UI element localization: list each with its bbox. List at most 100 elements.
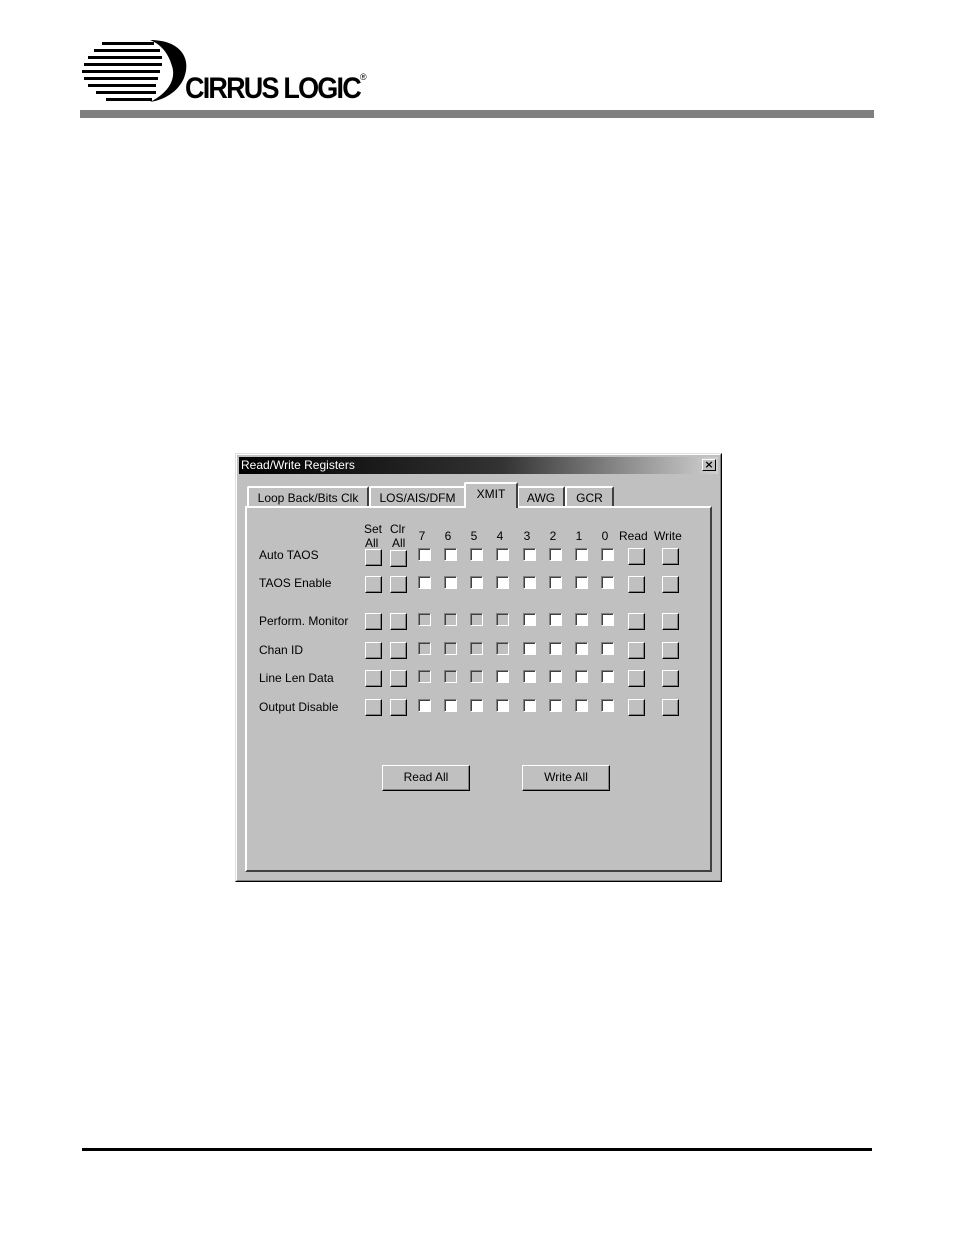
tab-gcr[interactable]: GCR xyxy=(565,486,614,508)
chan-id-clr-all-button[interactable] xyxy=(390,642,407,659)
tab-label: XMIT xyxy=(476,487,506,501)
line-len-data-bit-6-checkbox xyxy=(444,670,457,683)
auto-taos-write-button[interactable] xyxy=(662,548,679,565)
chan-id-bit-5-checkbox xyxy=(470,642,483,655)
output-disable-bit-3-checkbox[interactable] xyxy=(523,699,536,712)
perform-monitor-bit-2-checkbox[interactable] xyxy=(549,613,562,626)
auto-taos-bit-6-checkbox[interactable] xyxy=(444,548,457,561)
line-len-data-write-button[interactable] xyxy=(662,670,679,687)
taos-enable-read-button[interactable] xyxy=(628,576,645,593)
taos-enable-set-all-button[interactable] xyxy=(365,576,382,593)
taos-enable-bit-3-checkbox[interactable] xyxy=(523,576,536,589)
chan-id-bit-6-checkbox xyxy=(444,642,457,655)
tab-awg[interactable]: AWG xyxy=(517,486,565,508)
dialog-titlebar[interactable]: Read/Write Registers × xyxy=(239,457,718,474)
footer-rule xyxy=(82,1148,872,1151)
tab-label: Loop Back/Bits Clk xyxy=(257,491,359,505)
row-label-chan-id: Chan ID xyxy=(259,643,304,657)
auto-taos-bit-3-checkbox[interactable] xyxy=(523,548,536,561)
auto-taos-read-button[interactable] xyxy=(628,548,645,565)
perform-monitor-bit-5-checkbox xyxy=(470,613,483,626)
auto-taos-bit-0-checkbox[interactable] xyxy=(601,548,614,561)
write-all-button[interactable]: Write All xyxy=(522,765,610,791)
tab-los-ais-dfm[interactable]: LOS/AIS/DFM xyxy=(369,486,466,508)
taos-enable-bit-2-checkbox[interactable] xyxy=(549,576,562,589)
line-len-data-clr-all-button[interactable] xyxy=(390,670,407,687)
write-all-label: Write All xyxy=(544,770,588,784)
chan-id-bit-0-checkbox[interactable] xyxy=(601,642,614,655)
output-disable-read-button[interactable] xyxy=(628,699,645,716)
output-disable-bit-4-checkbox[interactable] xyxy=(496,699,509,712)
taos-enable-clr-all-button[interactable] xyxy=(390,576,407,593)
taos-enable-bit-5-checkbox[interactable] xyxy=(470,576,483,589)
chan-id-bit-2-checkbox[interactable] xyxy=(549,642,562,655)
line-len-data-bit-5-checkbox xyxy=(470,670,483,683)
line-len-data-bit-2-checkbox[interactable] xyxy=(549,670,562,683)
auto-taos-bit-7-checkbox[interactable] xyxy=(418,548,431,561)
chan-id-bit-3-checkbox[interactable] xyxy=(523,642,536,655)
perform-monitor-bit-3-checkbox[interactable] xyxy=(523,613,536,626)
perform-monitor-bit-4-checkbox xyxy=(496,613,509,626)
output-disable-bit-2-checkbox[interactable] xyxy=(549,699,562,712)
line-len-data-bit-4-checkbox[interactable] xyxy=(496,670,509,683)
perform-monitor-write-button[interactable] xyxy=(662,613,679,630)
taos-enable-bit-1-checkbox[interactable] xyxy=(575,576,588,589)
perform-monitor-clr-all-button[interactable] xyxy=(390,613,407,630)
tab-label: GCR xyxy=(576,491,603,505)
chan-id-bit-1-checkbox[interactable] xyxy=(575,642,588,655)
set-all-header-line1: Set xyxy=(364,522,383,536)
clr-all-header-line1: Clr xyxy=(390,522,406,536)
chan-id-set-all-button[interactable] xyxy=(365,642,382,659)
auto-taos-clr-all-button[interactable] xyxy=(390,550,407,567)
row-label-perform-monitor: Perform. Monitor xyxy=(259,614,349,628)
perform-monitor-bit-7-checkbox xyxy=(418,613,431,626)
tab-loop-back-bits-clk[interactable]: Loop Back/Bits Clk xyxy=(247,486,369,508)
perform-monitor-read-button[interactable] xyxy=(628,613,645,630)
read-all-button[interactable]: Read All xyxy=(382,765,470,791)
line-len-data-bit-1-checkbox[interactable] xyxy=(575,670,588,683)
line-len-data-bit-7-checkbox xyxy=(418,670,431,683)
perform-monitor-set-all-button[interactable] xyxy=(365,613,382,630)
auto-taos-set-all-button[interactable] xyxy=(365,549,382,566)
perform-monitor-bit-1-checkbox[interactable] xyxy=(575,613,588,626)
taos-enable-bit-6-checkbox[interactable] xyxy=(444,576,457,589)
row-label-taos-enable: TAOS Enable xyxy=(259,576,332,590)
cirrus-logic-logo: CIRRUS LOGIC ® xyxy=(80,38,400,106)
row-label-auto-taos: Auto TAOS xyxy=(259,548,319,562)
taos-enable-bit-4-checkbox[interactable] xyxy=(496,576,509,589)
output-disable-set-all-button[interactable] xyxy=(365,699,382,716)
set-all-header-line2: All xyxy=(365,536,379,550)
close-icon: × xyxy=(704,458,714,471)
taos-enable-bit-0-checkbox[interactable] xyxy=(601,576,614,589)
auto-taos-bit-2-checkbox[interactable] xyxy=(549,548,562,561)
line-len-data-set-all-button[interactable] xyxy=(365,670,382,687)
output-disable-bit-6-checkbox[interactable] xyxy=(444,699,457,712)
chan-id-read-button[interactable] xyxy=(628,642,645,659)
output-disable-write-button[interactable] xyxy=(662,699,679,716)
close-button[interactable]: × xyxy=(702,459,716,471)
tab-label: AWG xyxy=(526,491,556,505)
line-len-data-read-button[interactable] xyxy=(628,670,645,687)
auto-taos-bit-4-checkbox[interactable] xyxy=(496,548,509,561)
output-disable-bit-7-checkbox[interactable] xyxy=(418,699,431,712)
row-label-output-disable: Output Disable xyxy=(259,700,339,714)
logo-text: CIRRUS LOGIC xyxy=(185,72,362,105)
perform-monitor-bit-6-checkbox xyxy=(444,613,457,626)
output-disable-clr-all-button[interactable] xyxy=(390,699,407,716)
perform-monitor-bit-0-checkbox[interactable] xyxy=(601,613,614,626)
auto-taos-bit-5-checkbox[interactable] xyxy=(470,548,483,561)
taos-enable-write-button[interactable] xyxy=(662,576,679,593)
output-disable-bit-5-checkbox[interactable] xyxy=(470,699,483,712)
chan-id-write-button[interactable] xyxy=(662,642,679,659)
auto-taos-bit-1-checkbox[interactable] xyxy=(575,548,588,561)
taos-enable-bit-7-checkbox[interactable] xyxy=(418,576,431,589)
row-label-line-len-data: Line Len Data xyxy=(259,671,334,685)
chan-id-bit-7-checkbox xyxy=(418,642,431,655)
dialog-title: Read/Write Registers xyxy=(241,458,355,472)
tab-xmit[interactable]: XMIT xyxy=(464,482,518,508)
output-disable-bit-0-checkbox[interactable] xyxy=(601,699,614,712)
output-disable-bit-1-checkbox[interactable] xyxy=(575,699,588,712)
line-len-data-bit-3-checkbox[interactable] xyxy=(523,670,536,683)
line-len-data-bit-0-checkbox[interactable] xyxy=(601,670,614,683)
logo-registered-mark: ® xyxy=(360,72,367,82)
